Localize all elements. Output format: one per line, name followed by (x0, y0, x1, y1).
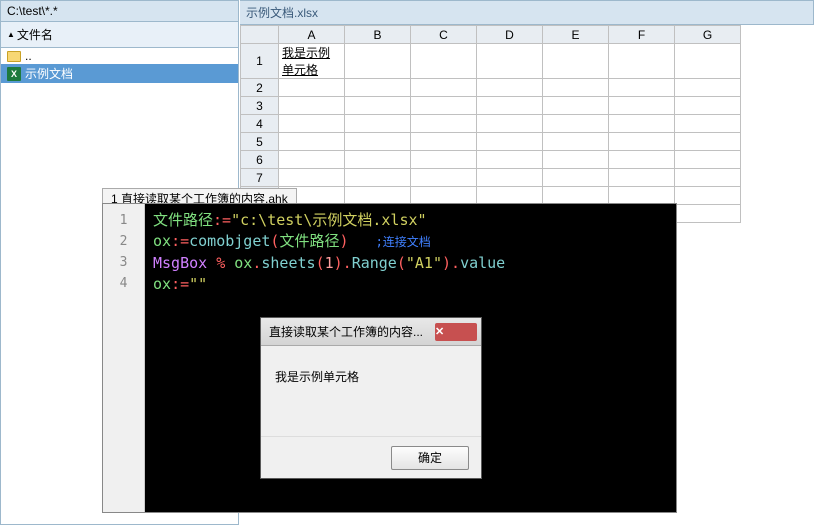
cell[interactable] (675, 151, 741, 169)
cell[interactable] (609, 115, 675, 133)
col-header[interactable]: E (543, 26, 609, 44)
workbook-title: 示例文档.xlsx (240, 0, 814, 25)
filename-column-header[interactable]: 文件名 (1, 22, 238, 48)
cell[interactable] (675, 205, 741, 223)
cell[interactable] (609, 79, 675, 97)
dialog-footer: 确定 (261, 436, 481, 478)
select-all-corner[interactable] (241, 26, 279, 44)
dialog-titlebar[interactable]: 直接读取某个工作簿的内容... ✕ (261, 318, 481, 346)
cell[interactable] (345, 44, 411, 79)
cell[interactable] (477, 187, 543, 205)
cell[interactable] (477, 44, 543, 79)
cell[interactable] (477, 169, 543, 187)
cell[interactable] (279, 151, 345, 169)
cell[interactable] (675, 79, 741, 97)
dialog-message: 我是示例单元格 (261, 346, 481, 407)
cell[interactable] (279, 133, 345, 151)
cell[interactable] (345, 115, 411, 133)
cell[interactable] (543, 115, 609, 133)
line-number: 3 (103, 252, 144, 273)
ok-button[interactable]: 确定 (391, 446, 469, 470)
cell[interactable] (411, 133, 477, 151)
row-header[interactable]: 4 (241, 115, 279, 133)
folder-icon (7, 51, 21, 62)
close-button[interactable]: ✕ (435, 323, 477, 341)
cell-a1[interactable]: 我是示例单元格 (279, 44, 345, 79)
cell[interactable] (345, 79, 411, 97)
parent-dir-entry[interactable]: .. (1, 48, 238, 64)
cell[interactable] (675, 169, 741, 187)
line-number: 4 (103, 273, 144, 294)
row-header[interactable]: 7 (241, 169, 279, 187)
cell[interactable] (279, 115, 345, 133)
cell[interactable] (609, 169, 675, 187)
cell[interactable] (477, 79, 543, 97)
cell[interactable] (543, 187, 609, 205)
cell[interactable] (279, 79, 345, 97)
message-box: 直接读取某个工作簿的内容... ✕ 我是示例单元格 确定 (260, 317, 482, 479)
col-header[interactable]: G (675, 26, 741, 44)
cell[interactable] (675, 187, 741, 205)
row-header[interactable]: 5 (241, 133, 279, 151)
dialog-title-text: 直接读取某个工作簿的内容... (269, 323, 435, 340)
path-bar: C:\test\*.* (1, 1, 238, 22)
cell[interactable] (675, 133, 741, 151)
cell[interactable] (345, 151, 411, 169)
cell[interactable] (543, 151, 609, 169)
xlsx-icon: X (7, 67, 21, 81)
cell[interactable] (411, 79, 477, 97)
cell[interactable] (345, 169, 411, 187)
row-header[interactable]: 1 (241, 44, 279, 79)
cell[interactable] (477, 151, 543, 169)
cell[interactable] (411, 187, 477, 205)
cell[interactable] (411, 44, 477, 79)
cell[interactable] (609, 151, 675, 169)
cell[interactable] (477, 115, 543, 133)
cell[interactable] (279, 169, 345, 187)
col-header[interactable]: A (279, 26, 345, 44)
cell[interactable] (411, 115, 477, 133)
cell[interactable] (543, 44, 609, 79)
cell[interactable] (279, 97, 345, 115)
col-header[interactable]: B (345, 26, 411, 44)
cell[interactable] (543, 97, 609, 115)
row-header[interactable]: 6 (241, 151, 279, 169)
cell[interactable] (609, 187, 675, 205)
row-header[interactable]: 2 (241, 79, 279, 97)
cell[interactable] (345, 187, 411, 205)
spreadsheet-grid[interactable]: A B C D E F G 1我是示例单元格 2 3 4 5 6 7 8 9 (240, 25, 741, 223)
cell[interactable] (477, 97, 543, 115)
cell[interactable] (543, 79, 609, 97)
cell[interactable] (345, 97, 411, 115)
file-label: .. (25, 49, 32, 63)
line-number: 1 (103, 210, 144, 231)
cell[interactable] (411, 169, 477, 187)
row-header[interactable]: 3 (241, 97, 279, 115)
cell[interactable] (411, 151, 477, 169)
line-number: 2 (103, 231, 144, 252)
cell[interactable] (609, 44, 675, 79)
cell[interactable] (345, 133, 411, 151)
file-entry-selected[interactable]: X 示例文档 (1, 64, 238, 83)
cell[interactable] (411, 97, 477, 115)
cell[interactable] (543, 169, 609, 187)
cell[interactable] (609, 133, 675, 151)
col-header[interactable]: F (609, 26, 675, 44)
cell[interactable] (675, 115, 741, 133)
cell[interactable] (675, 44, 741, 79)
cell[interactable] (543, 133, 609, 151)
file-label: 示例文档 (25, 65, 73, 82)
col-header[interactable]: D (477, 26, 543, 44)
col-header[interactable]: C (411, 26, 477, 44)
close-icon: ✕ (435, 325, 477, 338)
cell[interactable] (477, 133, 543, 151)
cell[interactable] (609, 97, 675, 115)
file-list: .. X 示例文档 (1, 48, 238, 83)
cell[interactable] (675, 97, 741, 115)
line-gutter: 1 2 3 4 (103, 204, 145, 512)
